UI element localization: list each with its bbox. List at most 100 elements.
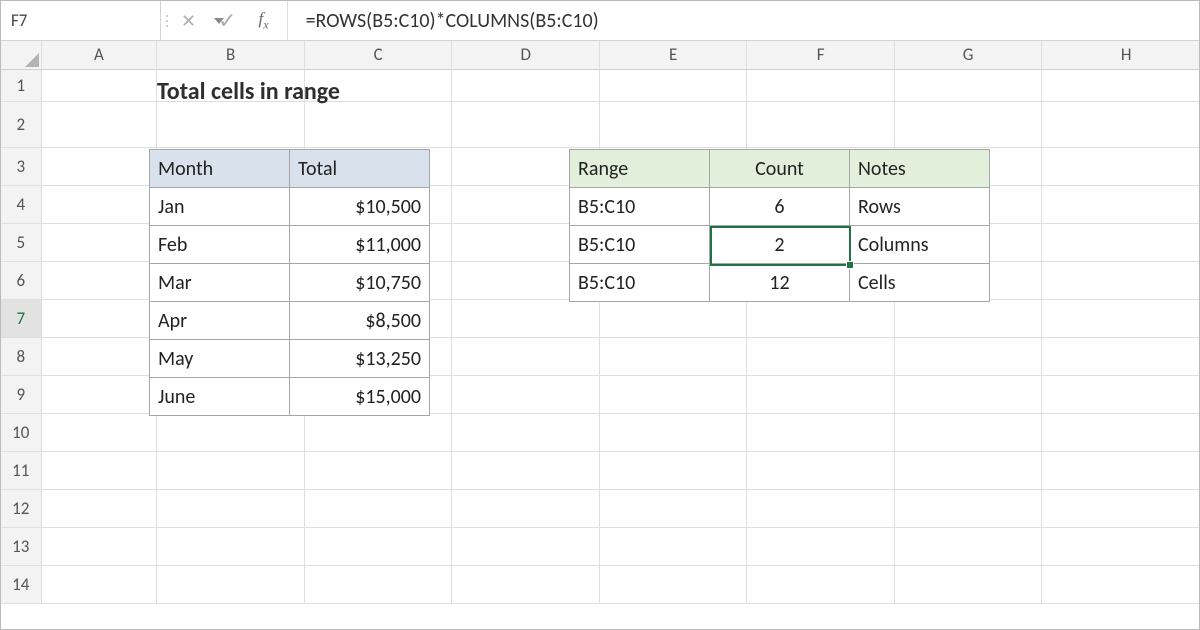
cell[interactable] <box>894 413 1042 451</box>
cell[interactable] <box>1042 69 1199 101</box>
cell[interactable] <box>41 223 157 261</box>
cell[interactable] <box>41 261 157 299</box>
cell[interactable] <box>304 565 452 603</box>
select-all-corner[interactable] <box>1 41 41 69</box>
cell-range[interactable]: B5:C10 <box>570 226 710 264</box>
cell[interactable] <box>157 489 305 527</box>
cell[interactable] <box>747 337 895 375</box>
cell[interactable] <box>1042 413 1199 451</box>
cell[interactable] <box>157 527 305 565</box>
cell[interactable] <box>894 337 1042 375</box>
cell-total[interactable]: $8,500 <box>290 302 430 340</box>
cell[interactable] <box>894 299 1042 337</box>
cell[interactable] <box>599 337 747 375</box>
cell[interactable] <box>157 451 305 489</box>
cell-month[interactable]: Apr <box>150 302 290 340</box>
cell[interactable] <box>41 337 157 375</box>
cell-notes[interactable]: Cells <box>850 264 990 302</box>
cell[interactable] <box>599 69 747 101</box>
cell[interactable] <box>1042 337 1199 375</box>
row-header-12[interactable]: 12 <box>1 489 41 527</box>
cell[interactable] <box>894 101 1042 147</box>
col-header-H[interactable]: H <box>1042 41 1199 69</box>
cell[interactable] <box>1042 101 1199 147</box>
cell[interactable] <box>452 101 600 147</box>
cell[interactable] <box>157 565 305 603</box>
cell[interactable] <box>452 337 600 375</box>
cell[interactable] <box>452 375 600 413</box>
cell[interactable] <box>452 489 600 527</box>
cell[interactable] <box>41 527 157 565</box>
cell[interactable] <box>1042 223 1199 261</box>
cell[interactable] <box>599 565 747 603</box>
cell[interactable] <box>747 69 895 101</box>
col-header-F[interactable]: F <box>747 41 895 69</box>
row-header-8[interactable]: 8 <box>1 337 41 375</box>
cell[interactable] <box>747 413 895 451</box>
cell-total[interactable]: $13,250 <box>290 340 430 378</box>
cell[interactable] <box>599 413 747 451</box>
cell[interactable] <box>599 527 747 565</box>
cell[interactable] <box>304 451 452 489</box>
cell[interactable] <box>41 101 157 147</box>
row-header-11[interactable]: 11 <box>1 451 41 489</box>
row-header-9[interactable]: 9 <box>1 375 41 413</box>
cell[interactable] <box>1042 261 1199 299</box>
cell-range[interactable]: B5:C10 <box>570 188 710 226</box>
cancel-icon[interactable]: ✕ <box>181 12 196 30</box>
cell-month[interactable]: June <box>150 378 290 416</box>
cell-month[interactable]: Feb <box>150 226 290 264</box>
row-header-6[interactable]: 6 <box>1 261 41 299</box>
cell[interactable] <box>1042 451 1199 489</box>
cell-total[interactable]: $15,000 <box>290 378 430 416</box>
cell[interactable] <box>157 101 305 147</box>
cell[interactable] <box>599 489 747 527</box>
cell[interactable] <box>747 101 895 147</box>
cell[interactable] <box>452 565 600 603</box>
col-header-A[interactable]: A <box>41 41 157 69</box>
cell[interactable] <box>41 69 157 101</box>
cell-notes[interactable]: Columns <box>850 226 990 264</box>
cell-total[interactable]: $11,000 <box>290 226 430 264</box>
cell[interactable] <box>894 565 1042 603</box>
cell-range[interactable]: B5:C10 <box>570 264 710 302</box>
cell[interactable] <box>157 413 305 451</box>
cell-total[interactable]: $10,500 <box>290 188 430 226</box>
cell[interactable] <box>1042 299 1199 337</box>
cell[interactable] <box>1042 527 1199 565</box>
cell[interactable] <box>1042 565 1199 603</box>
cell-month[interactable]: Mar <box>150 264 290 302</box>
cell[interactable] <box>1042 375 1199 413</box>
cell[interactable] <box>1042 185 1199 223</box>
cell[interactable] <box>41 147 157 185</box>
cell[interactable] <box>41 375 157 413</box>
cell[interactable] <box>41 299 157 337</box>
row-header-13[interactable]: 13 <box>1 527 41 565</box>
formula-input[interactable] <box>288 1 1199 40</box>
row-header-14[interactable]: 14 <box>1 565 41 603</box>
col-header-D[interactable]: D <box>452 41 600 69</box>
row-header-1[interactable]: 1 <box>1 69 41 101</box>
enter-icon[interactable]: ✓ <box>218 7 236 34</box>
row-header-7[interactable]: 7 <box>1 299 41 337</box>
row-header-4[interactable]: 4 <box>1 185 41 223</box>
cell[interactable] <box>894 451 1042 489</box>
cell[interactable] <box>894 527 1042 565</box>
cell[interactable] <box>41 489 157 527</box>
cell-month[interactable]: Jan <box>150 188 290 226</box>
row-header-5[interactable]: 5 <box>1 223 41 261</box>
cell[interactable] <box>452 299 600 337</box>
cell[interactable] <box>894 375 1042 413</box>
cell[interactable] <box>747 375 895 413</box>
cell[interactable] <box>304 527 452 565</box>
cell[interactable] <box>304 101 452 147</box>
cell[interactable] <box>41 451 157 489</box>
cell[interactable] <box>894 69 1042 101</box>
row-header-2[interactable]: 2 <box>1 101 41 147</box>
cell-month[interactable]: May <box>150 340 290 378</box>
col-header-G[interactable]: G <box>894 41 1042 69</box>
row-header-3[interactable]: 3 <box>1 147 41 185</box>
cell[interactable] <box>747 565 895 603</box>
cell[interactable] <box>894 489 1042 527</box>
cell-total[interactable]: $10,750 <box>290 264 430 302</box>
